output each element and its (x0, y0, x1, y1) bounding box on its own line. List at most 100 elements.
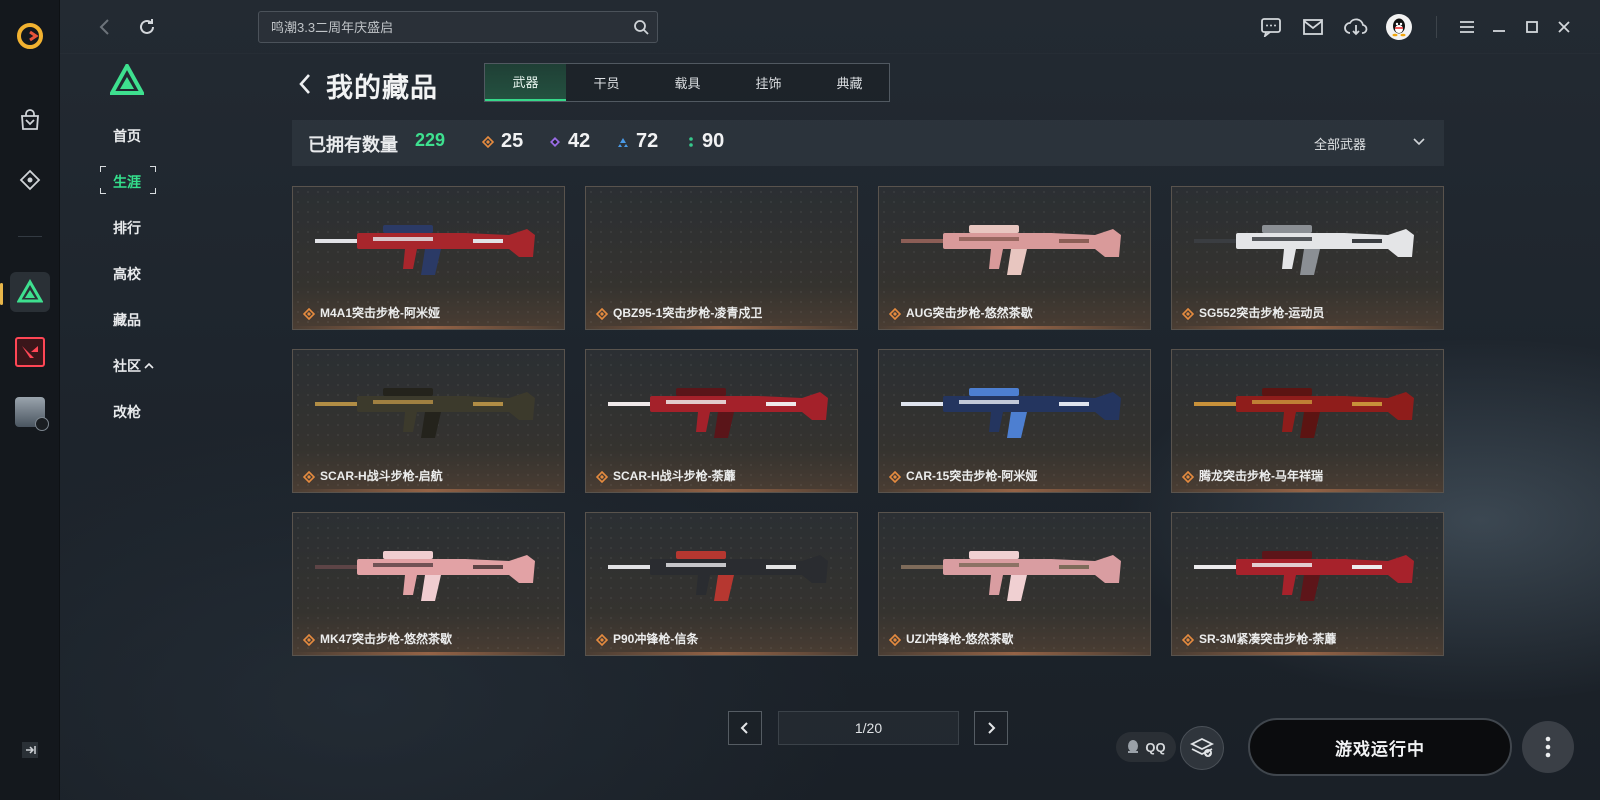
rarity-diamond-icon (888, 633, 902, 647)
weapon-card[interactable]: AUG突击步枪-悠然茶歇 (878, 186, 1151, 330)
chevron-left-icon (740, 722, 748, 734)
nav-item-ranking[interactable]: 排行 (113, 218, 141, 238)
weapon-card[interactable]: CAR-15突击步枪-阿米娅 (878, 349, 1151, 493)
game-library-icon[interactable] (10, 160, 50, 200)
nav-item-campus[interactable]: 高校 (113, 264, 141, 284)
tab-collectibles[interactable]: 典藏 (809, 64, 890, 101)
triangle-blue-icon (617, 136, 629, 148)
valorant-game-icon[interactable] (10, 332, 50, 372)
menu-icon[interactable] (1454, 14, 1480, 40)
nav-back-icon[interactable] (92, 14, 118, 40)
tier-stat-green: 90 (687, 130, 724, 153)
nav-item-collection[interactable]: 藏品 (113, 310, 141, 330)
nav-item-gunsmith[interactable]: 改枪 (113, 402, 141, 422)
rail-active-indicator (0, 283, 3, 305)
back-button[interactable] (295, 70, 315, 98)
nav-item-career[interactable]: 生涯 (113, 172, 141, 192)
weapon-name: SG552突击步枪-运动员 (1199, 306, 1325, 320)
page-indicator: 1/20 (778, 711, 959, 745)
tab-weapons[interactable]: 武器 (485, 64, 566, 101)
weapon-card[interactable]: QBZ95-1突击步枪-凌青戍卫 (585, 186, 858, 330)
refresh-icon[interactable] (134, 14, 160, 40)
search-icon[interactable] (633, 19, 649, 40)
weapon-image (1194, 225, 1414, 275)
weapon-image (1194, 388, 1414, 438)
tab-vehicles[interactable]: 载具 (647, 64, 728, 101)
weapon-image (901, 225, 1121, 275)
weapon-name: 腾龙突击步枪-马年祥瑞 (1199, 469, 1323, 483)
weapon-card[interactable]: MK47突击步枪-悠然茶歇 (292, 512, 565, 656)
weapon-card[interactable]: SG552突击步枪-运动员 (1171, 186, 1444, 330)
weapon-grid: M4A1突击步枪-阿米娅 QBZ95-1突击步枪-凌青戍卫 AUG突击步枪-悠然茶歇… (292, 186, 1444, 656)
collapse-sidebar-icon[interactable] (10, 730, 50, 770)
rarity-diamond-icon (302, 633, 316, 647)
tier-stat-blue-value: 72 (636, 130, 659, 152)
nav-item-home[interactable]: 首页 (113, 126, 141, 146)
qq-label: QQ (1145, 739, 1166, 755)
weapon-name: MK47突击步枪-悠然茶歇 (320, 632, 453, 646)
search-input[interactable] (259, 12, 619, 42)
tier-stat-orange: 25 (482, 130, 523, 153)
rarity-diamond-icon (888, 470, 902, 484)
weapon-card[interactable]: M4A1突击步枪-阿米娅 (292, 186, 565, 330)
stats-bar: 已拥有数量 229 25 42 72 90 全部武器 (292, 120, 1444, 166)
weapon-name: M4A1突击步枪-阿米娅 (320, 306, 441, 320)
category-tabs: 武器 干员 载具 挂饰 典藏 (484, 63, 890, 102)
rarity-diamond-icon (1181, 307, 1195, 321)
weapon-filter-select[interactable]: 全部武器 (1314, 134, 1366, 153)
weapon-card[interactable]: SCAR-H战斗步枪-荼蘼 (585, 349, 858, 493)
layers-button[interactable] (1180, 726, 1224, 770)
owned-count-value: 229 (415, 130, 446, 150)
qq-login-chip[interactable]: QQ (1116, 732, 1176, 762)
weapon-card[interactable]: SCAR-H战斗步枪-启航 (292, 349, 565, 493)
download-icon[interactable] (1343, 14, 1369, 40)
weapon-card[interactable]: P90冲锋枪-信条 (585, 512, 858, 656)
store-bag-icon[interactable] (10, 100, 50, 140)
chevron-left-icon (299, 74, 310, 94)
rarity-diamond-icon (302, 470, 316, 484)
weapon-image (901, 388, 1121, 438)
maximize-icon[interactable] (1519, 14, 1545, 40)
delta-force-logo-icon (108, 61, 146, 101)
minimize-icon[interactable] (1486, 14, 1512, 40)
rail-divider (18, 236, 42, 237)
rarity-diamond-icon (1181, 470, 1195, 484)
more-vertical-icon (1545, 736, 1551, 758)
chevron-down-icon[interactable] (1412, 134, 1426, 152)
more-options-button[interactable] (1522, 721, 1574, 773)
delta-force-game-icon[interactable] (10, 272, 50, 312)
nav-item-community[interactable]: 社区 (113, 356, 154, 376)
avatar[interactable] (1386, 14, 1412, 40)
weapon-name: P90冲锋枪-信条 (613, 632, 699, 646)
nav-item-community-label: 社区 (113, 358, 141, 374)
next-page-button[interactable] (974, 711, 1008, 745)
qq-icon (1128, 740, 1139, 753)
game-running-button[interactable]: 游戏运行中 (1248, 718, 1512, 776)
mail-icon[interactable] (1300, 14, 1326, 40)
tab-operators[interactable]: 干员 (566, 64, 647, 101)
weapon-name: SR-3M紧凑突击步枪-荼蘼 (1199, 632, 1337, 646)
weapon-image (1194, 551, 1414, 601)
close-icon[interactable] (1551, 14, 1577, 40)
topbar-divider (1436, 16, 1437, 38)
weapon-image (608, 551, 828, 601)
app-logo-icon[interactable] (10, 16, 50, 56)
secondary-nav: 首页 生涯 排行 高校 藏品 社区 改枪 (90, 60, 210, 460)
chevron-right-icon (988, 722, 996, 734)
weapon-image (901, 551, 1121, 601)
diamond-purple-icon (549, 136, 561, 148)
weapon-card[interactable]: UZI冲锋枪-悠然茶歇 (878, 512, 1151, 656)
tab-charms[interactable]: 挂饰 (728, 64, 809, 101)
weapon-card[interactable]: 腾龙突击步枪-马年祥瑞 (1171, 349, 1444, 493)
rarity-diamond-icon (595, 633, 609, 647)
chat-icon[interactable] (1258, 14, 1284, 40)
owned-count-label: 已拥有数量 (308, 135, 398, 155)
search-box[interactable] (258, 11, 658, 43)
weapon-image (315, 551, 535, 601)
dots-green-icon (687, 136, 695, 148)
prev-page-button[interactable] (728, 711, 762, 745)
weapon-card[interactable]: SR-3M紧凑突击步枪-荼蘼 (1171, 512, 1444, 656)
pubg-game-icon[interactable] (10, 392, 50, 432)
rarity-diamond-icon (595, 470, 609, 484)
tier-stat-purple: 42 (549, 130, 590, 153)
